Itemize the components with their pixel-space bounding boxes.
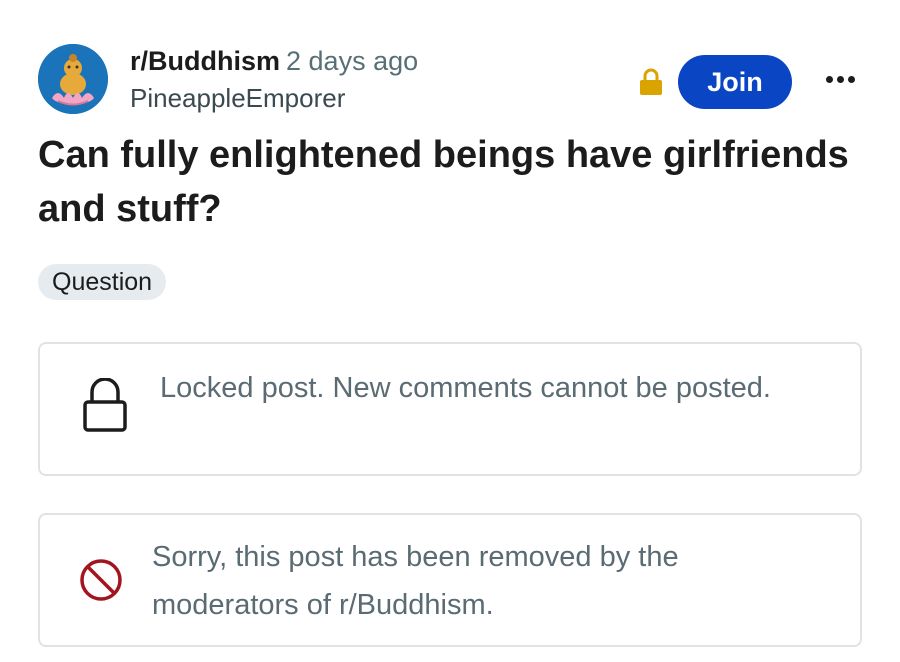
join-button[interactable]: Join [678, 55, 792, 109]
removed-message: Sorry, this post has been removed by the… [152, 541, 679, 621]
ellipsis-icon[interactable] [820, 64, 860, 94]
subreddit-name[interactable]: r/Buddhism [130, 46, 280, 76]
dot [836, 75, 844, 83]
post-title[interactable]: Can fully enlightened beings have girlfr… [38, 128, 858, 236]
dot [847, 75, 855, 83]
locked-message: Locked post. New comments cannot be post… [160, 372, 771, 404]
post-flair[interactable]: Question [38, 264, 167, 300]
subreddit-avatar[interactable] [38, 44, 108, 114]
subreddit-line: r/Buddhism 2 days ago [130, 44, 418, 78]
post-header: r/Buddhism 2 days ago PineappleEmporer Jo… [38, 42, 868, 114]
lock-outline-icon [83, 378, 127, 432]
post-meta: r/Buddhism 2 days ago PineappleEmporer [130, 44, 418, 116]
dot [825, 75, 833, 83]
buddha-avatar-icon [38, 44, 108, 114]
removed-notice: Sorry, this post has been removed by the… [38, 513, 862, 647]
locked-notice: Locked post. New comments cannot be post… [38, 342, 862, 476]
prohibited-icon [80, 559, 122, 601]
post-time: 2 days ago [286, 46, 419, 76]
post-author[interactable]: PineappleEmporer [130, 80, 418, 116]
lock-icon [640, 68, 662, 95]
